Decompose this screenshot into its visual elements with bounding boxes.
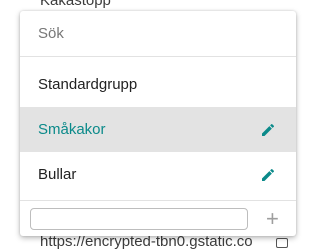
menu-item-label: Småkakor bbox=[38, 121, 106, 138]
group-dropdown-menu: Sök Standardgrupp Småkakor Bullar + bbox=[20, 11, 296, 236]
search-field[interactable]: Sök bbox=[20, 11, 296, 57]
menu-item-standardgrupp[interactable]: Standardgrupp bbox=[20, 62, 296, 107]
edit-pencil-icon[interactable] bbox=[260, 122, 276, 138]
background-title-text: Kakastopp bbox=[40, 0, 111, 9]
background-checkbox[interactable] bbox=[276, 238, 288, 248]
search-placeholder: Sök bbox=[38, 25, 64, 42]
menu-item-label: Bullar bbox=[38, 166, 77, 183]
menu-item-label: Standardgrupp bbox=[38, 76, 138, 93]
menu-item-smakakor[interactable]: Småkakor bbox=[20, 107, 296, 152]
new-group-input[interactable] bbox=[30, 208, 248, 230]
add-group-plus-icon[interactable]: + bbox=[266, 208, 279, 230]
edit-pencil-icon[interactable] bbox=[260, 167, 276, 183]
new-group-row: + bbox=[20, 200, 296, 236]
menu-item-bullar[interactable]: Bullar bbox=[20, 152, 296, 197]
